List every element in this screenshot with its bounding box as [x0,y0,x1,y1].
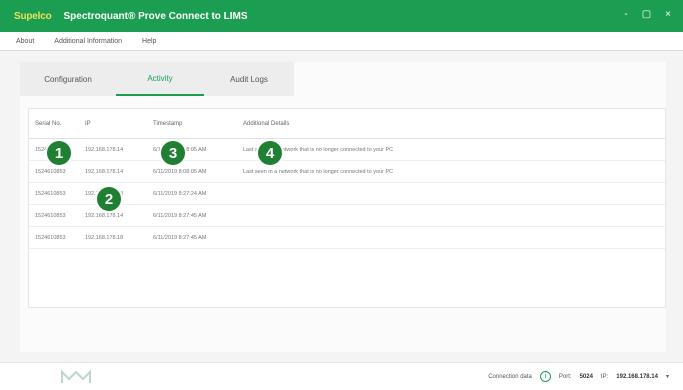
connection-data-label: Connection data [488,373,532,380]
menu-bar: About Additional Information Help [0,32,683,51]
app-window: Supelco Spectroquant® Prove Connect to L… [0,0,683,390]
ip-label: IP: [600,373,609,380]
cell-timestamp: 6/11/2019 8:27:24 AM [153,190,207,197]
column-header-details[interactable]: Additional Details [243,121,665,127]
cell-timestamp: 6/11/2019 8:27:45 AM [153,212,207,219]
cell-details: Last seen in a network that is no longer… [243,146,394,153]
cell-ip: 192.168.178.14 [85,146,124,153]
ip-value[interactable]: 192.168.178.14 [616,374,658,380]
info-icon[interactable]: i [539,371,551,382]
activity-table: Serial No. IP Timestamp Additional Detai… [28,108,666,308]
callout-marker-2: 2 [95,185,123,213]
menu-item-help[interactable]: Help [142,38,156,45]
title-bar: Supelco Spectroquant® Prove Connect to L… [0,0,683,32]
tab-bar: Configuration Activity Audit Logs [20,62,294,96]
cell-timestamp: 6/11/2019 8:27:45 AM [153,234,207,241]
brand-logo-text: Supelco [14,10,52,22]
tab-audit-logs[interactable]: Audit Logs [204,62,294,96]
merck-logo-icon [61,369,91,383]
port-value: 5024 [579,373,593,380]
cell-serial: 1524610853 [35,234,66,241]
menu-item-about[interactable]: About [16,38,34,45]
cell-serial: 1524610853 [35,212,66,219]
tab-activity[interactable]: Activity [116,62,204,96]
minimize-button[interactable]: - [624,9,627,20]
cell-ip: 192.168.178.14 [85,212,124,219]
chevron-down-icon[interactable]: ▾ [666,373,669,380]
cell-timestamp: 6/11/2019 8:08:05 AM [153,168,207,175]
port-label: Port: [558,373,572,380]
table-row[interactable]: 1524610853 192.168.178.18 6/11/2019 8:27… [29,227,665,249]
maximize-button[interactable]: ▢ [642,9,651,20]
connection-info: Connection data i Port: 5024 IP: 192.168… [488,371,669,382]
column-header-serial[interactable]: Serial No. [29,121,85,127]
close-button[interactable]: × [665,9,671,20]
table-row[interactable]: 1524610853 192.168.178.18 6/11/2019 8:27… [29,183,665,205]
table-row[interactable]: 1524610853 192.168.178.14 6/11/2019 8:08… [29,139,665,161]
cell-serial: 1524610853 [35,190,66,197]
callout-marker-3: 3 [159,139,187,167]
window-controls: - ▢ × [624,9,671,20]
window-title: Spectroquant® Prove Connect to LIMS [63,10,248,22]
column-header-timestamp[interactable]: Timestamp [153,121,243,127]
callout-marker-1: 1 [45,139,73,167]
table-row[interactable]: 1524610853 192.168.178.14 6/11/2019 8:27… [29,205,665,227]
status-bar: Connection data i Port: 5024 IP: 192.168… [0,362,683,390]
cell-ip: 192.168.178.18 [85,234,124,241]
column-header-ip[interactable]: IP [85,121,153,127]
callout-marker-4: 4 [256,139,284,167]
menu-item-additional-information[interactable]: Additional Information [54,38,122,45]
cell-ip: 192.168.178.14 [85,168,124,175]
tab-configuration[interactable]: Configuration [20,62,116,96]
cell-serial: 1524610853 [35,168,66,175]
table-header: Serial No. IP Timestamp Additional Detai… [29,109,665,139]
table-row[interactable]: 1524610853 192.168.178.14 6/11/2019 8:08… [29,161,665,183]
cell-details: Last seen in a network that is no longer… [243,168,394,175]
